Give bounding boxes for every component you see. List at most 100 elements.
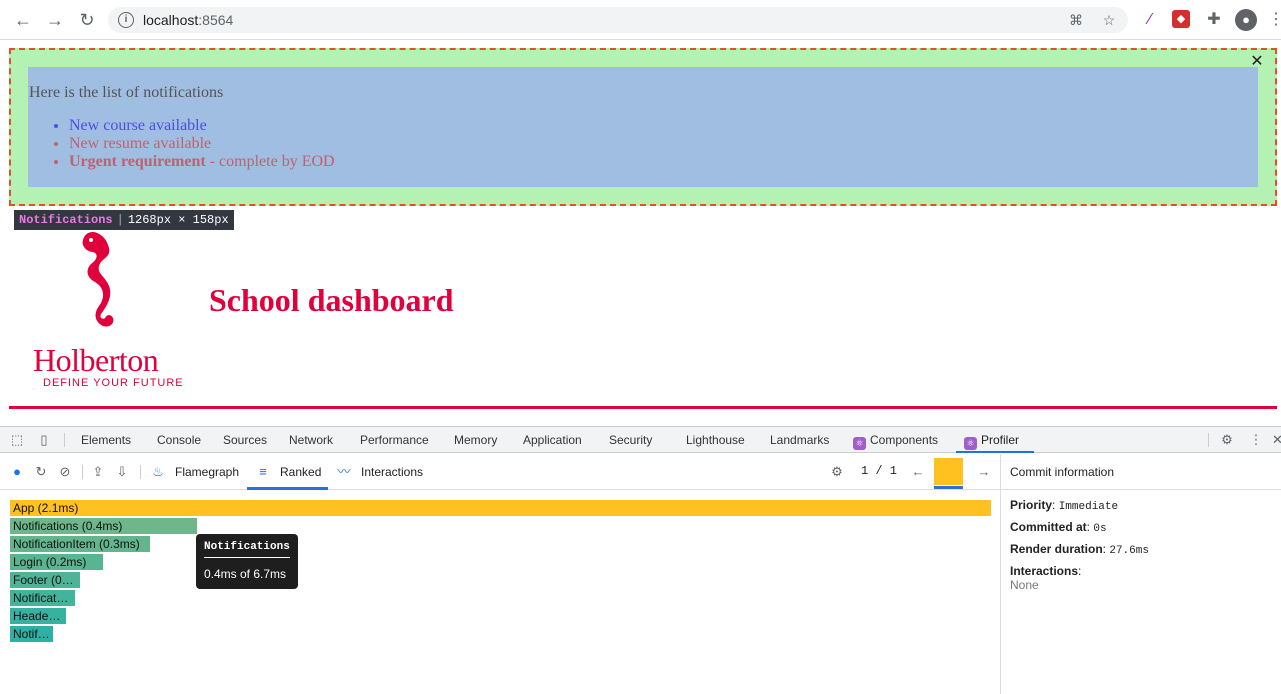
committed-row: Committed at: 0s xyxy=(1010,520,1107,535)
ranked-bar-notificationitem[interactable]: NotificationItem (0.3ms) xyxy=(10,536,151,552)
priority-row: Priority: Immediate xyxy=(1010,498,1119,513)
puzzle-extensions-icon[interactable]: ✚ xyxy=(1204,10,1224,30)
flame-icon: ♨ xyxy=(152,464,164,479)
interactions-value: None xyxy=(1010,578,1039,592)
commit-info-panel: Commit information Priority: Immediate C… xyxy=(1000,454,1281,694)
urgent-rest: - complete by EOD xyxy=(205,153,335,170)
react-icon: ⚛ xyxy=(964,437,977,450)
close-icon[interactable]: ✕ xyxy=(1249,54,1265,70)
ranked-bar-notificationitemshape[interactable]: Notificat… xyxy=(10,590,76,606)
notifications-panel: ✕ Here is the list of notifications New … xyxy=(9,48,1277,206)
divider xyxy=(64,433,65,447)
tab-landmarks[interactable]: Landmarks xyxy=(770,433,829,447)
tab-lighthouse[interactable]: Lighthouse xyxy=(686,433,745,447)
page-title: School dashboard xyxy=(209,282,454,318)
tooltip-divider xyxy=(204,557,290,558)
header-divider xyxy=(9,406,1277,409)
inspect-size: 1268px × 158px xyxy=(127,213,229,227)
interactions-label: Interactions xyxy=(1010,564,1079,578)
list-item[interactable]: Urgent requirement - complete by EOD xyxy=(69,153,335,171)
tab-sources[interactable]: Sources xyxy=(223,433,267,447)
list-item[interactable]: New resume available xyxy=(69,135,335,153)
extension-icon[interactable]: ◆ xyxy=(1172,10,1190,28)
bar-tooltip: Notifications 0.4ms of 6.7ms xyxy=(196,534,298,589)
back-arrow-icon[interactable]: ← xyxy=(11,8,35,32)
upload-icon[interactable]: ⇪ xyxy=(90,464,106,480)
tooltip-body: 0.4ms of 6.7ms xyxy=(204,567,287,581)
profile-avatar-icon[interactable]: ● xyxy=(1235,9,1257,31)
tab-application[interactable]: Application xyxy=(523,433,582,447)
ranked-bar-app[interactable]: App (2.1ms) xyxy=(10,500,991,516)
translate-icon[interactable]: ⌘ xyxy=(1068,12,1084,28)
tab-components[interactable]: ⚛ Components xyxy=(853,433,938,450)
profiler-settings-icon[interactable]: ⚙ xyxy=(829,464,845,480)
tooltip-title: Notifications xyxy=(204,541,290,553)
ranked-tab[interactable]: Ranked xyxy=(280,465,321,479)
clear-icon[interactable]: ⊘ xyxy=(57,464,73,480)
tab-profiler-label: Profiler xyxy=(981,433,1020,447)
url-host: localhost xyxy=(143,12,199,28)
active-view-indicator xyxy=(247,487,328,490)
ranked-icon: ≡ xyxy=(259,464,267,479)
urgent-strong: Urgent requirement xyxy=(69,153,206,170)
interactions-tab[interactable]: Interactions xyxy=(361,465,423,479)
tab-profiler[interactable]: ⚛ Profiler xyxy=(964,433,1019,450)
record-icon[interactable]: ● xyxy=(9,464,25,480)
notifications-header: Here is the list of notifications xyxy=(29,84,224,101)
tab-elements[interactable]: Elements xyxy=(81,433,131,447)
commit-info-title: Commit information xyxy=(1010,465,1115,479)
logo-wordmark: Holberton xyxy=(33,342,159,378)
notifications-list: New course available New resume availabl… xyxy=(51,117,335,171)
tab-console[interactable]: Console xyxy=(157,433,201,447)
next-commit-icon[interactable]: → xyxy=(976,464,992,480)
tab-network[interactable]: Network xyxy=(289,433,333,447)
commit-info-header: Commit information xyxy=(1001,454,1281,490)
ranked-bar-notifications[interactable]: Notifications (0.4ms) xyxy=(10,518,197,534)
active-tab-indicator xyxy=(956,451,1034,453)
inspect-element-icon[interactable]: ⬚ xyxy=(9,432,25,448)
gear-icon[interactable]: ⚙ xyxy=(1219,432,1235,448)
divider xyxy=(1208,433,1209,447)
interactions-icon: 〰 xyxy=(337,464,351,479)
kebab-menu-icon[interactable]: ⋮ xyxy=(1248,432,1264,448)
url-text: localhost:8564 xyxy=(143,12,233,28)
ranked-bar-footer[interactable]: Footer (0… xyxy=(10,572,81,588)
flamegraph-tab[interactable]: Flamegraph xyxy=(175,465,239,479)
chrome-menu-icon[interactable]: ⋮ xyxy=(1266,10,1281,30)
ranked-chart: App (2.1ms) Notifications (0.4ms) Notifica… xyxy=(0,491,1000,694)
site-info-icon[interactable]: i xyxy=(118,12,134,28)
bookmark-star-icon[interactable]: ☆ xyxy=(1101,12,1117,28)
ranked-bar-header[interactable]: Heade… xyxy=(10,608,67,624)
priority-label: Priority xyxy=(1010,498,1053,512)
tab-components-label: Components xyxy=(870,433,939,447)
browser-toolbar: ← → ↻ i localhost:8564 ⌘ ☆ ∕ ◆ ✚ ● ⋮ xyxy=(0,0,1281,40)
holberton-logo: Holberton DEFINE YOUR FUTURE xyxy=(33,230,185,390)
ranked-bar-login[interactable]: Login (0.2ms) xyxy=(10,554,104,570)
tab-memory[interactable]: Memory xyxy=(454,433,497,447)
reload-profile-icon[interactable]: ↻ xyxy=(33,464,49,480)
render-duration-label: Render duration xyxy=(1010,542,1103,556)
committed-label: Committed at xyxy=(1010,520,1087,534)
divider xyxy=(140,465,141,479)
previous-commit-icon[interactable]: ← xyxy=(910,464,926,480)
inspect-size-label: Notifications | 1268px × 158px xyxy=(14,210,234,230)
close-devtools-icon[interactable]: ✕ xyxy=(1272,432,1281,448)
device-toolbar-icon[interactable]: ▯ xyxy=(36,432,52,448)
ranked-bar-notificationitem[interactable]: Notif… xyxy=(10,626,53,642)
download-icon[interactable]: ⇩ xyxy=(114,464,130,480)
tab-performance[interactable]: Performance xyxy=(360,433,429,447)
devtools-panel: ⬚ ▯ Elements Console Sources Network Per… xyxy=(0,426,1281,694)
forward-arrow-icon[interactable]: → xyxy=(43,8,67,32)
priority-value: Immediate xyxy=(1058,501,1119,513)
selected-commit-indicator xyxy=(934,486,963,489)
reload-icon[interactable]: ↻ xyxy=(75,8,99,32)
list-item[interactable]: New course available xyxy=(69,117,335,135)
divider xyxy=(82,465,83,479)
tab-security[interactable]: Security xyxy=(609,433,652,447)
feather-extension-icon[interactable]: ∕ xyxy=(1140,10,1160,30)
logo-tagline: DEFINE YOUR FUTURE xyxy=(43,377,184,389)
render-duration-row: Render duration: 27.6ms xyxy=(1010,542,1149,557)
inspect-component-name: Notifications xyxy=(19,213,113,227)
address-bar[interactable]: i localhost:8564 ⌘ ☆ xyxy=(108,7,1128,33)
commit-bar[interactable] xyxy=(934,458,963,485)
